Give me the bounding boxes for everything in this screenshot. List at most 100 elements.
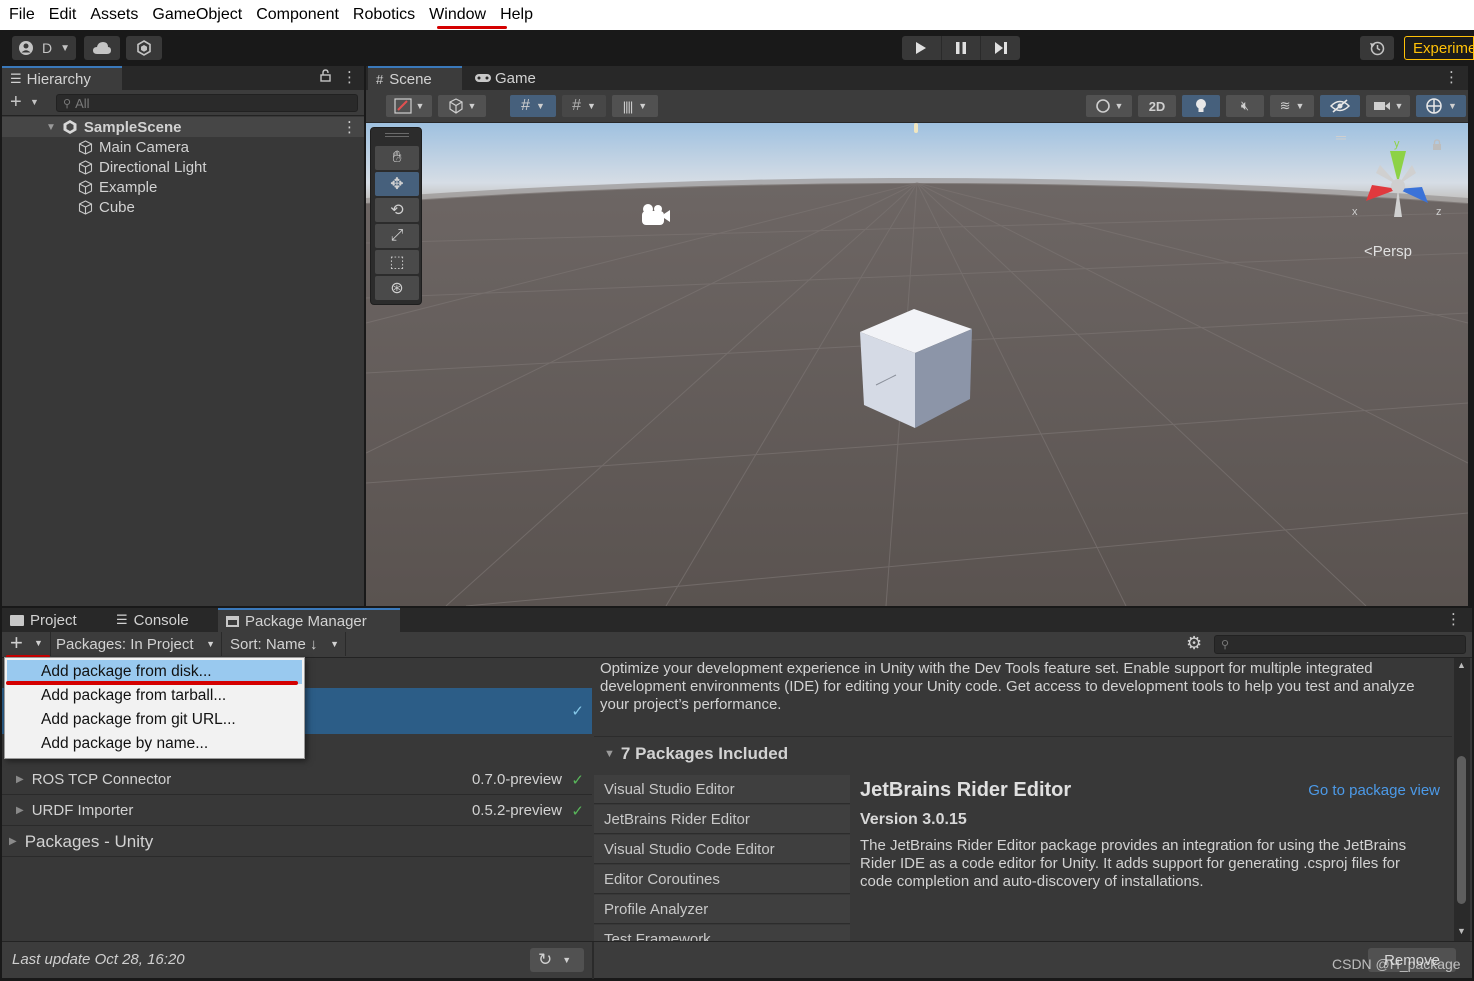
menu-assets[interactable]: Assets [90,6,138,24]
circle-icon [1095,99,1110,113]
gizmo-lock-icon[interactable] [1432,139,1442,154]
hand-tool-button[interactable]: ✋︎ [375,146,419,170]
2d-toggle[interactable]: 2D [1138,95,1176,117]
menu-robotics[interactable]: Robotics [353,6,415,24]
cloud-button[interactable] [84,36,120,60]
increment-snap-dropdown[interactable]: # ▼ [562,95,606,117]
menu-window[interactable]: Window [429,6,486,24]
hierarchy-item-example[interactable]: Example [2,177,364,197]
details-scrollbar[interactable]: ▲ ▼ [1454,658,1470,941]
sort-dropdown[interactable]: Sort: Name ↓ ▼ [224,632,346,656]
included-item[interactable]: Visual Studio Editor [594,775,850,804]
package-icon [226,615,239,627]
menu-item-add-from-git-url[interactable]: Add package from git URL... [7,708,302,732]
account-label: D [42,40,53,56]
bottom-tabbar: Project ☰ Console Package Manager ⋮ [2,608,1472,632]
package-row-urdf-importer[interactable]: ▶ URDF Importer 0.5.2-preview ✓ [2,796,592,826]
palette-handle[interactable] [385,133,409,137]
menu-edit[interactable]: Edit [49,6,77,24]
hierarchy-search-input[interactable]: ⚲ All [56,94,358,112]
scene-viewport[interactable]: y x z ═ <Persp ✋︎ ✥ ⟲ ⤢ ⬚ ⊛ [366,123,1468,606]
scene-camera-dropdown[interactable]: ▼ [1086,95,1132,117]
move-tool-button[interactable]: ✥ [375,172,419,196]
overlay-menu-icon[interactable]: ═ [1336,129,1346,145]
tab-console[interactable]: ☰ Console [108,608,214,632]
camera-settings-dropdown[interactable]: ▼ [1366,95,1410,117]
menu-help[interactable]: Help [500,6,533,24]
menu-item-add-by-name[interactable]: Add package by name... [7,732,302,756]
scale-tool-button[interactable]: ⤢ [375,224,419,248]
package-name: ROS TCP Connector [31,771,172,788]
transform-tool-button[interactable]: ⊛ [375,276,419,300]
go-to-package-link[interactable]: Go to package view [1308,782,1440,799]
menu-item-add-from-tarball[interactable]: Add package from tarball... [7,684,302,708]
packages-included-header[interactable]: ▼ 7 Packages Included [594,736,1452,770]
menu-file[interactable]: File [9,6,35,24]
package-group-unity[interactable]: ▶ Packages - Unity [2,827,592,857]
kebab-menu-icon[interactable]: ⋮ [342,118,357,136]
tab-scene[interactable]: # Scene [368,66,462,90]
scroll-down-icon[interactable]: ▼ [1457,926,1466,936]
tab-game[interactable]: Game [466,66,556,90]
account-dropdown[interactable]: D ▼ [12,36,76,60]
scroll-up-icon[interactable]: ▲ [1457,660,1466,670]
rotate-tool-button[interactable]: ⟲ [375,198,419,222]
history-button[interactable] [1360,36,1394,60]
add-package-button[interactable]: + ▼ [4,630,48,656]
brush-icon [393,98,412,114]
gear-icon[interactable]: ⚙ [1186,633,1202,654]
hierarchy-item-cube[interactable]: Cube [2,197,364,217]
hierarchy-item-directional-light[interactable]: Directional Light [2,157,364,177]
pause-icon [956,42,966,54]
included-item[interactable]: Profile Analyzer [594,895,850,924]
play-button[interactable] [902,36,941,60]
menu-component[interactable]: Component [256,6,339,24]
pause-button[interactable] [940,36,982,60]
scroll-thumb[interactable] [1457,756,1466,904]
hidden-objects-toggle[interactable] [1320,95,1360,117]
grid-snapping-toggle[interactable]: # ▼ [510,95,556,117]
collab-button[interactable] [126,36,162,60]
package-name: URDF Importer [31,802,134,819]
refresh-button[interactable]: ↻ ▼ [530,948,584,972]
included-item[interactable]: Test Framework [594,925,850,941]
package-search-input[interactable]: ⚲ [1214,635,1466,654]
create-plus-icon[interactable]: + [10,91,22,114]
kebab-menu-icon[interactable]: ⋮ [1446,610,1461,628]
packages-filter-label: Packages: In Project [56,635,194,653]
packages-filter-dropdown[interactable]: Packages: In Project ▼ [50,632,222,656]
projection-toggle[interactable]: <Persp [1364,243,1412,260]
effects-dropdown[interactable]: ≋ ▼ [1270,95,1314,117]
scene-row[interactable]: ▼ SampleScene ⋮ [2,117,364,137]
audio-toggle[interactable]: 🔇︎ [1226,95,1264,117]
step-button[interactable] [981,36,1020,60]
tab-package-manager[interactable]: Package Manager [218,608,400,632]
tab-hierarchy[interactable]: ☰ Hierarchy [2,66,122,90]
rotate-icon: ⟲ [390,202,404,219]
search-icon: ⚲ [1221,639,1230,651]
grid-visibility-dropdown[interactable]: |||| ▼ [612,95,658,117]
kebab-menu-icon[interactable]: ⋮ [342,68,357,86]
package-row-ros-tcp-connector[interactable]: ▶ ROS TCP Connector 0.7.0-preview ✓ [2,765,592,795]
included-list: Visual Studio Editor JetBrains Rider Edi… [594,775,850,941]
included-item[interactable]: Editor Coroutines [594,865,850,894]
menu-gameobject[interactable]: GameObject [152,6,242,24]
kebab-menu-icon[interactable]: ⋮ [1444,68,1459,86]
hierarchy-item-main-camera[interactable]: Main Camera [2,137,364,157]
scene-toolbar: ▼ ▼ # ▼ # ▼ |||| ▼ ▼ 2D 🔇︎ ≋ ▼ ▼ ▼ [366,90,1468,122]
gizmos-dropdown[interactable]: ▼ [1416,95,1466,117]
experimental-button[interactable]: Experime [1404,36,1474,60]
included-item[interactable]: JetBrains Rider Editor [594,805,850,834]
rect-transform-icon: ⬚ [389,254,405,271]
chevron-down-icon: ▼ [206,639,215,649]
hand-icon: ✋︎ [392,149,402,166]
rect-tool-button[interactable]: ⬚ [375,250,419,274]
shading-mode-dropdown[interactable]: ▼ [438,95,486,117]
lock-icon[interactable] [320,69,331,85]
tab-project[interactable]: Project [2,608,106,632]
lighting-toggle[interactable] [1182,95,1220,117]
account-icon [19,41,33,55]
included-item[interactable]: Visual Studio Code Editor [594,835,850,864]
chevron-down-icon[interactable]: ▼ [30,97,39,107]
draw-mode-dropdown[interactable]: ▼ [386,95,432,117]
